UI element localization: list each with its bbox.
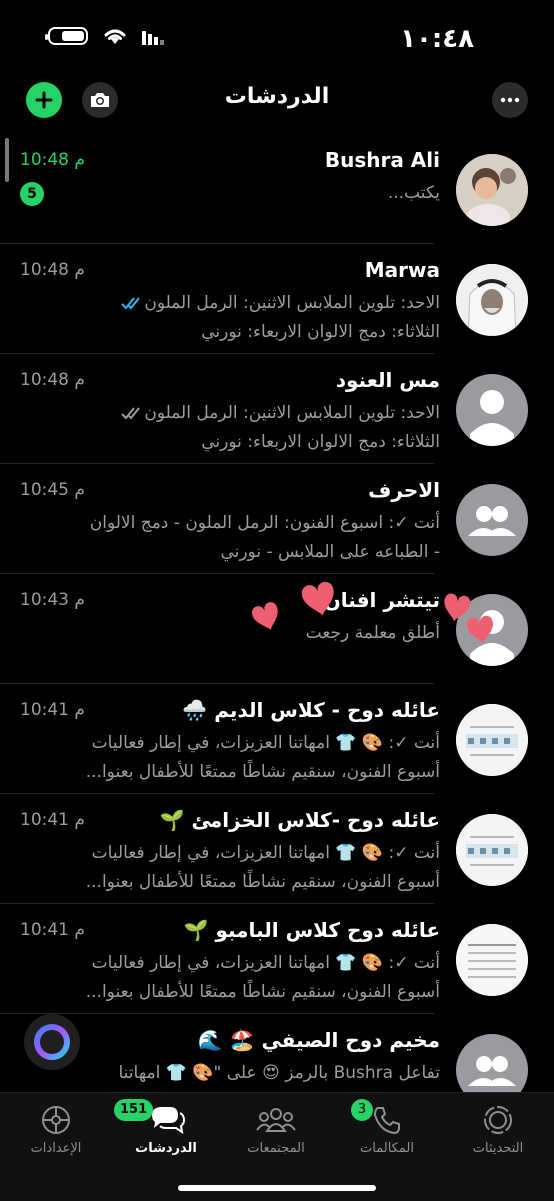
tab-chats[interactable]: 151 الدردشات bbox=[114, 1099, 216, 1173]
chat-preview-2: الثلاثاء: دمج الالوان الاربعاء: نورني bbox=[201, 322, 440, 342]
chat-preview-2: الثلاثاء: دمج الالوان الاربعاء: نورني bbox=[201, 432, 440, 452]
tab-label: التحديثات bbox=[472, 1141, 524, 1156]
heart-icon bbox=[251, 602, 278, 631]
chat-name: مخيم دوح الصيفي 🏖️ 🌊 bbox=[197, 1028, 440, 1052]
avatar[interactable] bbox=[456, 704, 528, 776]
chat-time: 10:41 م bbox=[20, 700, 85, 720]
chat-time: 10:48 م bbox=[20, 260, 85, 280]
avatar[interactable] bbox=[456, 264, 528, 336]
unread-badge: 5 bbox=[20, 182, 44, 206]
camera-icon bbox=[91, 93, 109, 107]
avatar[interactable] bbox=[456, 484, 528, 556]
meta-ai-icon bbox=[34, 1024, 70, 1060]
chat-preview-2: - الطباعه على الملابس - نورني bbox=[220, 542, 440, 562]
chat-preview: أنت ✓: 🎨 👕 امهاتنا العزيزات، في إطار فعا… bbox=[91, 843, 440, 863]
chat-name: عائله دوح - كلاس الديم 🌧️ bbox=[182, 698, 440, 722]
chat-time: 10:48 م bbox=[20, 150, 85, 170]
tab-bar: التحديثات 3 المكالمات المجتمعات 151 الدر… bbox=[0, 1092, 554, 1201]
chat-row-summer-camp[interactable]: مخيم دوح الصيفي 🏖️ 🌊 تفاعل Bushra بالرمز… bbox=[0, 1014, 554, 1092]
avatar[interactable] bbox=[456, 374, 528, 446]
chat-list[interactable]: Bushra Ali 10:48 م يكتب... 5 Marwa 10:48… bbox=[0, 134, 554, 1092]
avatar[interactable] bbox=[456, 924, 528, 996]
chat-time: 10:41 م bbox=[20, 810, 85, 830]
chat-name: Marwa bbox=[364, 258, 440, 282]
plus-icon bbox=[35, 91, 53, 109]
chats-badge: 151 bbox=[114, 1099, 154, 1121]
chat-row-class-khuzama[interactable]: عائله دوح -كلاس الخزامئ 🌱 10:41 م أنت ✓:… bbox=[0, 794, 554, 904]
meta-ai-button[interactable] bbox=[24, 1014, 80, 1070]
chat-preview: تفاعل Bushra بالرمز 😍 على "🎨 👕 امهاتنا bbox=[118, 1063, 440, 1083]
battery-icon bbox=[45, 27, 88, 45]
chat-preview: أنت ✓: 🎨 👕 امهاتنا العزيزات، في إطار فعا… bbox=[91, 733, 440, 753]
chat-preview: الاحد: تلوين الملابس الاثنين: الرمل المل… bbox=[144, 293, 440, 313]
chat-time: 10:48 م bbox=[20, 370, 85, 390]
chat-preview: الاحد: تلوين الملابس الاثنين: الرمل المل… bbox=[144, 403, 440, 423]
more-options-button[interactable] bbox=[492, 82, 528, 118]
default-avatar-icon bbox=[470, 390, 514, 446]
chat-time: 10:45 م bbox=[20, 480, 85, 500]
calls-icon bbox=[373, 1107, 400, 1135]
tab-label: المكالمات bbox=[360, 1141, 414, 1156]
status-bar: ١٠:٤٨ bbox=[0, 0, 554, 78]
chat-row-marwa[interactable]: Marwa 10:48 م الاحد: تلوين الملابس الاثن… bbox=[0, 244, 554, 354]
chat-row-afnan[interactable]: تيتشر افنان 10:43 م أطلق معلمة رجعت bbox=[0, 574, 554, 684]
settings-icon bbox=[42, 1106, 70, 1134]
chat-preview: أنت ✓: اسبوع الفنون: الرمل الملون - دمج … bbox=[89, 513, 440, 533]
chat-row-alanoud[interactable]: مس العنود 10:48 م الاحد: تلوين الملابس ا… bbox=[0, 354, 554, 464]
status-icons bbox=[45, 26, 166, 46]
chat-preview: يكتب... bbox=[387, 183, 440, 203]
new-chat-button[interactable] bbox=[26, 82, 62, 118]
chat-name: عائله دوح كلاس البامبو 🌱 bbox=[183, 918, 440, 942]
tab-settings[interactable]: الإعدادات bbox=[6, 1103, 106, 1173]
group-avatar-icon bbox=[468, 1056, 516, 1086]
chat-name: تيتشر افنان bbox=[323, 588, 440, 612]
chat-time: 10:43 م bbox=[20, 590, 85, 610]
updates-icon bbox=[484, 1106, 512, 1134]
wifi-icon bbox=[104, 29, 126, 44]
chat-time: 10:41 م bbox=[20, 920, 85, 940]
chats-header: الدردشات bbox=[0, 78, 554, 122]
chat-row-class-deem[interactable]: عائله دوح - كلاس الديم 🌧️ 10:41 م أنت ✓:… bbox=[0, 684, 554, 794]
tab-communities[interactable]: المجتمعات bbox=[226, 1103, 326, 1173]
chat-row-bushra[interactable]: Bushra Ali 10:48 م يكتب... 5 bbox=[0, 134, 554, 244]
tab-label: المجتمعات bbox=[247, 1141, 305, 1156]
tab-label: الإعدادات bbox=[30, 1141, 82, 1156]
chat-preview: أنت ✓: 🎨 👕 امهاتنا العزيزات، في إطار فعا… bbox=[91, 953, 440, 973]
status-time: ١٠:٤٨ bbox=[400, 24, 474, 54]
chat-name: Bushra Ali bbox=[324, 148, 440, 172]
chat-row-class-bamboo[interactable]: عائله دوح كلاس البامبو 🌱 10:41 م أنت ✓: … bbox=[0, 904, 554, 1014]
home-indicator[interactable] bbox=[178, 1185, 376, 1191]
signal-icon bbox=[142, 31, 164, 45]
calls-badge: 3 bbox=[351, 1099, 373, 1121]
more-icon bbox=[500, 97, 520, 103]
avatar[interactable] bbox=[456, 814, 528, 886]
chat-preview-2: أسبوع الفنون، سنقيم نشاطًا ممتعًا للأطفا… bbox=[85, 982, 440, 1002]
chat-preview: أطلق معلمة رجعت bbox=[305, 623, 440, 643]
tab-updates[interactable]: التحديثات bbox=[448, 1103, 548, 1173]
avatar[interactable] bbox=[456, 154, 528, 226]
chat-name: الاحرف bbox=[368, 478, 440, 502]
tab-calls[interactable]: 3 المكالمات bbox=[337, 1099, 437, 1173]
camera-button[interactable] bbox=[82, 82, 118, 118]
avatar[interactable] bbox=[456, 594, 528, 666]
communities-icon bbox=[256, 1108, 296, 1132]
chat-row-alahruf[interactable]: الاحرف 10:45 م أنت ✓: اسبوع الفنون: الرم… bbox=[0, 464, 554, 574]
chat-preview-2: أسبوع الفنون، سنقيم نشاطًا ممتعًا للأطفا… bbox=[85, 762, 440, 782]
delivered-ticks-icon bbox=[121, 407, 140, 420]
read-ticks-icon bbox=[121, 297, 140, 310]
default-avatar-icon bbox=[470, 610, 514, 666]
chat-preview-2: أسبوع الفنون، سنقيم نشاطًا ممتعًا للأطفا… bbox=[85, 872, 440, 892]
avatar[interactable] bbox=[456, 1034, 528, 1092]
tab-label: الدردشات bbox=[135, 1141, 197, 1156]
group-avatar-icon bbox=[468, 506, 516, 536]
chat-name: عائله دوح -كلاس الخزامئ 🌱 bbox=[159, 808, 440, 832]
chat-name: مس العنود bbox=[335, 368, 440, 392]
